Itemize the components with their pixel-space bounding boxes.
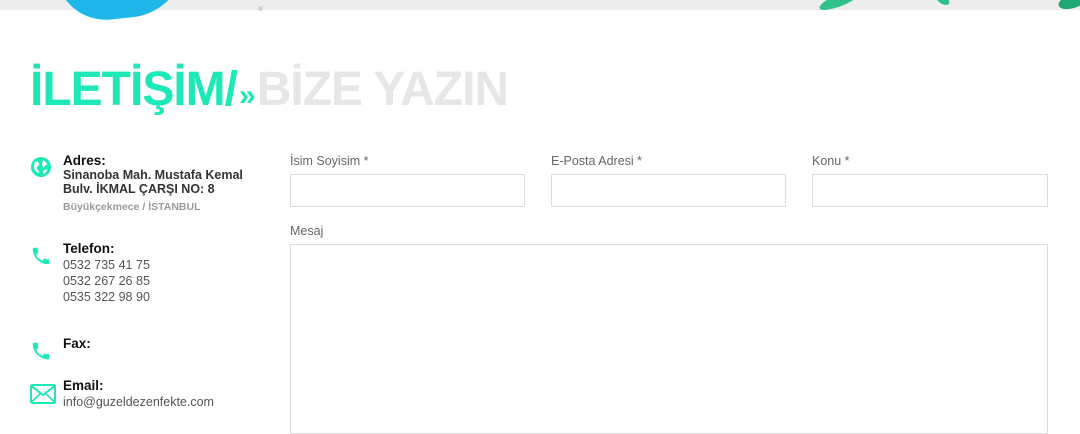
page-title-sub: BİZE YAZIN (256, 63, 509, 116)
contact-phone-title: Telefon: (63, 241, 115, 256)
contact-address: Adres: Sinanoba Mah. Mustafa Kemal Bulv.… (30, 153, 270, 213)
name-input[interactable] (290, 174, 525, 207)
decorative-dot (258, 6, 263, 11)
email-input[interactable] (551, 174, 786, 207)
page-title-main: İLETİŞİM (30, 63, 226, 116)
contact-email-link[interactable]: info@guzeldezenfekte.com (63, 394, 263, 410)
contact-address-line1: Sinanoba Mah. Mustafa Kemal (63, 168, 243, 182)
contact-phone-number[interactable]: 0535 322 98 90 (63, 289, 263, 305)
contact-address-line2: Bulv. İKMAL ÇARŞI NO: 8 (63, 182, 215, 196)
phone-icon (30, 245, 54, 269)
contact-phone-number[interactable]: 0532 267 26 85 (63, 273, 263, 289)
phone-icon (30, 340, 54, 364)
contact-fax-title: Fax: (63, 336, 91, 351)
chevron-right-icon: » (239, 79, 256, 112)
contact-phone-number[interactable]: 0532 735 41 75 (63, 257, 263, 273)
subject-field-label: Konu * (812, 154, 850, 168)
contact-address-title: Adres: (63, 153, 106, 168)
contact-email-title: Email: (63, 378, 104, 393)
name-field-label: İsim Soyisim * (290, 154, 369, 168)
contact-address-line3: Büyükçekmece / İSTANBUL (63, 201, 201, 213)
message-textarea[interactable] (290, 244, 1048, 434)
email-field-label: E-Posta Adresi * (551, 154, 643, 168)
contact-phone: Telefon: 0532 735 41 75 0532 267 26 85 0… (30, 241, 270, 311)
decorative-leaf (1056, 0, 1080, 13)
page-title: İLETİŞİM / » BİZE YAZIN (30, 62, 509, 116)
subject-input[interactable] (812, 174, 1048, 207)
page-title-separator: / (224, 63, 238, 116)
envelope-icon (30, 384, 57, 408)
contact-email: Email: info@guzeldezenfekte.com (30, 378, 270, 414)
message-field-label: Mesaj (290, 224, 324, 238)
contact-fax: Fax: (30, 336, 270, 362)
globe-icon (30, 156, 54, 180)
